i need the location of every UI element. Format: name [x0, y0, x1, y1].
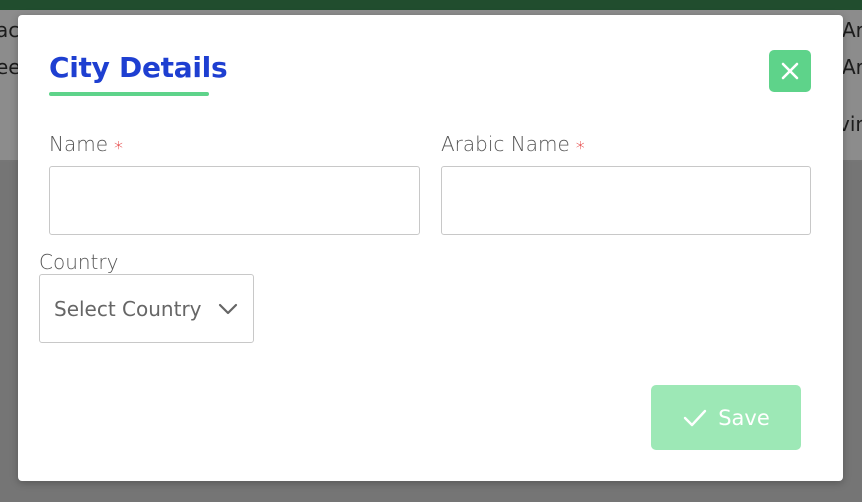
- required-marker: *: [114, 138, 124, 159]
- modal-title: City Details: [49, 51, 228, 84]
- country-select-value: Select Country: [54, 296, 202, 321]
- save-button-label: Save: [718, 405, 770, 430]
- checkmark-icon: [684, 409, 707, 426]
- country-label: Country: [39, 250, 119, 274]
- title-underline: [49, 92, 209, 96]
- close-icon: [781, 62, 799, 80]
- country-select[interactable]: Select Country: [39, 274, 254, 343]
- chevron-down-icon: [218, 303, 238, 314]
- arabic-name-input[interactable]: [441, 166, 811, 235]
- name-label-text: Name: [49, 132, 109, 156]
- close-button[interactable]: [769, 50, 811, 92]
- arabic-name-label-text: Arabic Name: [441, 132, 570, 156]
- name-label: Name *: [49, 132, 124, 159]
- required-marker: *: [575, 138, 585, 159]
- name-input[interactable]: [49, 166, 420, 235]
- arabic-name-label: Arabic Name *: [441, 132, 585, 159]
- city-details-modal: City Details Name * Arabic Name * Country …: [18, 15, 843, 481]
- save-button[interactable]: Save: [651, 385, 801, 450]
